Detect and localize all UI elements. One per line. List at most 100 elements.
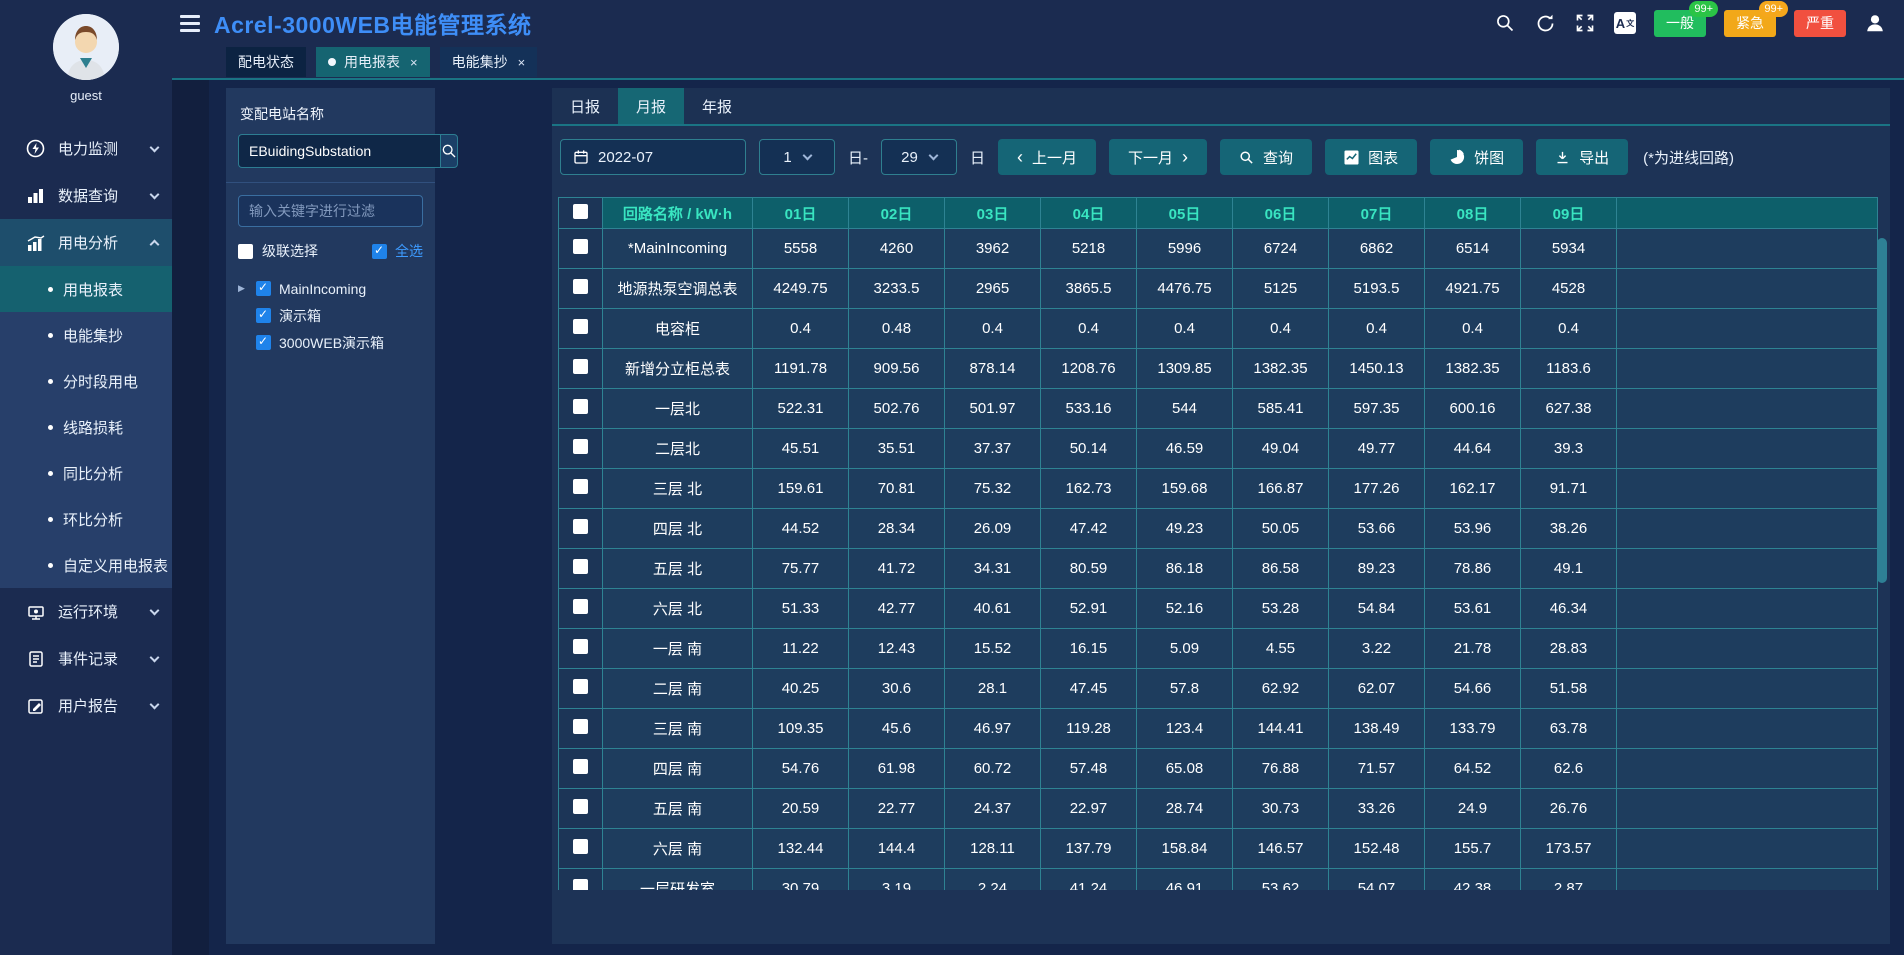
value-cell: 15.52: [945, 629, 1041, 669]
from-day-select[interactable]: 1: [759, 139, 835, 175]
alert-urgent-button[interactable]: 紧急 99+: [1724, 10, 1776, 37]
prev-month-button[interactable]: ‹ 上一月: [998, 139, 1096, 175]
value-cell: 46.34: [1521, 589, 1617, 629]
alert-critical-button[interactable]: 严重: [1794, 10, 1846, 37]
value-cell: 47.42: [1041, 509, 1137, 549]
row-checkbox[interactable]: [573, 839, 588, 854]
tree-checkbox[interactable]: [256, 308, 271, 323]
sidebar-item-power-monitor[interactable]: 电力监测: [0, 125, 172, 172]
value-cell: 28.83: [1521, 629, 1617, 669]
tab-daily-report[interactable]: 日报: [552, 88, 618, 124]
hamburger-menu-icon[interactable]: [180, 15, 200, 32]
value-cell: 119.28: [1041, 709, 1137, 749]
value-cell: 4921.75: [1425, 269, 1521, 309]
row-checkbox[interactable]: [573, 239, 588, 254]
row-checkbox[interactable]: [573, 439, 588, 454]
caret-right-icon[interactable]: ▶: [238, 283, 248, 294]
sidebar-item-custom-report[interactable]: 自定义用电报表: [0, 542, 172, 588]
sidebar-item-time-period[interactable]: 分时段用电: [0, 358, 172, 404]
sidebar-item-power-analysis[interactable]: 用电分析: [0, 219, 172, 266]
tab-power-report[interactable]: 用电报表 ×: [316, 47, 430, 77]
table-row: 四层 北44.5228.3426.0947.4249.2350.0553.665…: [559, 509, 1878, 549]
tab-yearly-report[interactable]: 年报: [684, 88, 750, 124]
to-day-select[interactable]: 29: [881, 139, 957, 175]
row-checkbox[interactable]: [573, 679, 588, 694]
vertical-scrollbar-thumb[interactable]: [1877, 238, 1887, 583]
cascade-checkbox[interactable]: [238, 244, 253, 259]
select-all-rows-checkbox[interactable]: [573, 204, 588, 219]
row-checkbox[interactable]: [573, 319, 588, 334]
close-icon[interactable]: ×: [410, 55, 418, 70]
sidebar-item-label: 数据查询: [58, 185, 118, 206]
month-picker[interactable]: 2022-07: [560, 139, 746, 175]
value-cell: 46.91: [1137, 869, 1233, 891]
sidebar-item-user-report[interactable]: 用户报告: [0, 682, 172, 729]
sidebar-item-power-report[interactable]: 用电报表: [0, 266, 172, 312]
close-icon[interactable]: ×: [518, 55, 526, 70]
user-icon[interactable]: [1864, 12, 1886, 34]
sidebar-item-yoy-analysis[interactable]: 同比分析: [0, 450, 172, 496]
row-checkbox[interactable]: [573, 799, 588, 814]
tree-item-label: MainIncoming: [279, 281, 366, 297]
row-checkbox[interactable]: [573, 599, 588, 614]
value-cell: 4249.75: [753, 269, 849, 309]
row-checkbox[interactable]: [573, 279, 588, 294]
circuit-tree: ▶ MainIncoming 演示箱 3000WEB演示箱: [238, 275, 423, 356]
station-search-button[interactable]: [440, 134, 458, 168]
row-checkbox[interactable]: [573, 399, 588, 414]
fullscreen-icon[interactable]: [1574, 12, 1596, 34]
tab-energy-reading[interactable]: 电能集抄 ×: [440, 47, 538, 77]
tree-item-main-incoming[interactable]: ▶ MainIncoming: [238, 275, 423, 302]
row-checkbox-cell: [559, 349, 603, 389]
sidebar-item-mom-analysis[interactable]: 环比分析: [0, 496, 172, 542]
tree-item-3000web-demo-box[interactable]: 3000WEB演示箱: [238, 329, 423, 356]
tab-monthly-report[interactable]: 月报: [618, 88, 684, 124]
power-monitor-icon: [26, 139, 45, 158]
sidebar-item-runtime-env[interactable]: 运行环境: [0, 588, 172, 635]
sidebar-item-data-query[interactable]: 数据查询: [0, 172, 172, 219]
refresh-icon[interactable]: [1534, 12, 1556, 34]
row-checkbox[interactable]: [573, 879, 588, 890]
row-checkbox[interactable]: [573, 719, 588, 734]
day-header: 03日: [945, 198, 1041, 229]
language-switch-icon[interactable]: A文: [1614, 12, 1636, 34]
value-cell: 70.81: [849, 469, 945, 509]
edit-report-icon: [26, 696, 45, 715]
pie-button[interactable]: 饼图: [1430, 139, 1523, 175]
station-name-input[interactable]: [238, 134, 440, 168]
circuit-name-cell: 三层 南: [603, 709, 753, 749]
chart-button[interactable]: 图表: [1325, 139, 1417, 175]
row-checkbox-cell: [559, 749, 603, 789]
next-month-button[interactable]: 下一月 ›: [1109, 139, 1207, 175]
value-cell: 22.97: [1041, 789, 1137, 829]
row-checkbox[interactable]: [573, 759, 588, 774]
tree-filter-input[interactable]: [238, 195, 423, 227]
tree-item-demo-box[interactable]: 演示箱: [238, 302, 423, 329]
tab-distribution-status[interactable]: 配电状态: [226, 47, 306, 77]
tree-checkbox[interactable]: [256, 335, 271, 350]
row-checkbox[interactable]: [573, 359, 588, 374]
row-filler: [1617, 709, 1878, 749]
table-row: 五层 南20.5922.7724.3722.9728.7430.7333.262…: [559, 789, 1878, 829]
row-checkbox[interactable]: [573, 559, 588, 574]
row-checkbox[interactable]: [573, 639, 588, 654]
tree-checkbox[interactable]: [256, 281, 271, 296]
row-checkbox[interactable]: [573, 519, 588, 534]
row-checkbox[interactable]: [573, 479, 588, 494]
row-filler: [1617, 869, 1878, 891]
value-cell: 1382.35: [1425, 349, 1521, 389]
export-button[interactable]: 导出: [1536, 139, 1628, 175]
query-button[interactable]: 查询: [1220, 139, 1312, 175]
alert-normal-button[interactable]: 一般 99+: [1654, 10, 1706, 37]
avatar[interactable]: [53, 14, 119, 80]
sidebar-item-event-log[interactable]: 事件记录: [0, 635, 172, 682]
select-all-checkbox[interactable]: [372, 244, 387, 259]
day-header: 02日: [849, 198, 945, 229]
search-icon[interactable]: [1494, 12, 1516, 34]
value-cell: 41.24: [1041, 869, 1137, 891]
value-cell: 50.05: [1233, 509, 1329, 549]
event-list-icon: [26, 649, 45, 668]
value-cell: 3962: [945, 229, 1041, 269]
sidebar-item-line-loss[interactable]: 线路损耗: [0, 404, 172, 450]
sidebar-item-energy-reading[interactable]: 电能集抄: [0, 312, 172, 358]
